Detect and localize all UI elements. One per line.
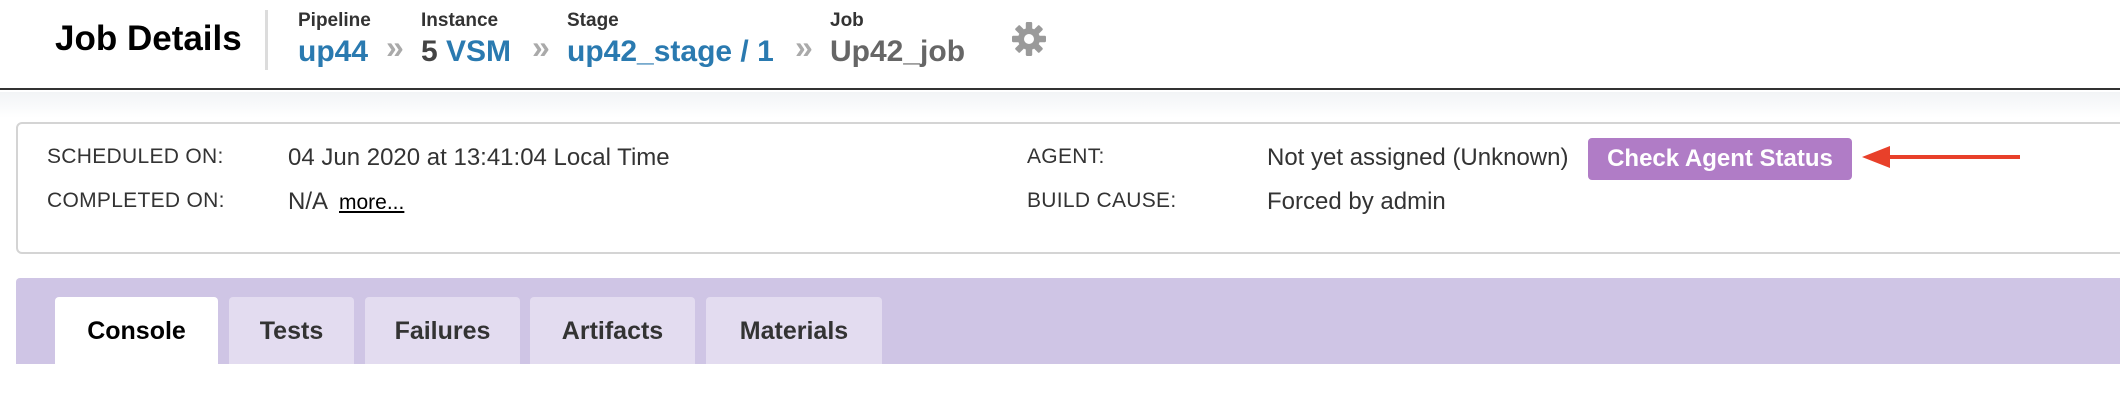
breadcrumb-job-label: Job: [830, 10, 864, 31]
page-header: Job Details Pipeline up44 » Instance 5 V…: [0, 0, 2120, 90]
breadcrumb-separator: »: [795, 29, 813, 65]
breadcrumb-job: Job Up42_job: [830, 10, 965, 72]
build-cause-value: Forced by admin: [1267, 188, 1446, 215]
tab-content-area: [16, 364, 2120, 402]
tab-tests[interactable]: Tests: [229, 297, 354, 365]
scheduled-on-label: SCHEDULED ON:: [47, 145, 224, 168]
breadcrumb-instance-label: Instance: [421, 10, 499, 31]
completed-on-label: COMPLETED ON:: [47, 189, 225, 212]
breadcrumb-separator: »: [532, 29, 550, 65]
breadcrumb-stage-label: Stage: [567, 10, 619, 31]
tab-console[interactable]: Console: [55, 297, 218, 367]
build-cause-label: BUILD CAUSE:: [1027, 189, 1177, 212]
vsm-link[interactable]: VSM: [446, 35, 511, 68]
job-name: Up42_job: [830, 35, 966, 68]
tab-failures[interactable]: Failures: [365, 297, 520, 365]
more-link[interactable]: more...: [339, 191, 404, 215]
arrow-annotation-icon: [1862, 146, 2020, 168]
pipeline-link[interactable]: up44: [298, 32, 371, 72]
breadcrumb-pipeline-label: Pipeline: [298, 10, 371, 31]
agent-value: Not yet assigned (Unknown): [1267, 144, 1569, 171]
completed-on-value: N/A: [288, 188, 329, 215]
stage-link[interactable]: up42_stage / 1: [567, 32, 774, 72]
page-title: Job Details: [55, 19, 242, 58]
breadcrumb-pipeline: Pipeline up44: [298, 10, 371, 72]
gear-icon[interactable]: [1011, 21, 1047, 57]
agent-label: AGENT:: [1027, 145, 1105, 168]
breadcrumb-instance: Instance 5 VSM: [421, 10, 511, 72]
tab-artifacts[interactable]: Artifacts: [530, 297, 695, 365]
instance-number: 5: [421, 35, 438, 68]
breadcrumb-separator: »: [386, 29, 404, 65]
header-shadow: [0, 92, 2120, 118]
breadcrumb-stage: Stage up42_stage / 1: [567, 10, 774, 72]
check-agent-status-button[interactable]: Check Agent Status: [1588, 138, 1852, 180]
scheduled-on-value: 04 Jun 2020 at 13:41:04 Local Time: [288, 144, 670, 171]
tab-materials[interactable]: Materials: [706, 297, 882, 365]
title-divider: [265, 10, 268, 70]
